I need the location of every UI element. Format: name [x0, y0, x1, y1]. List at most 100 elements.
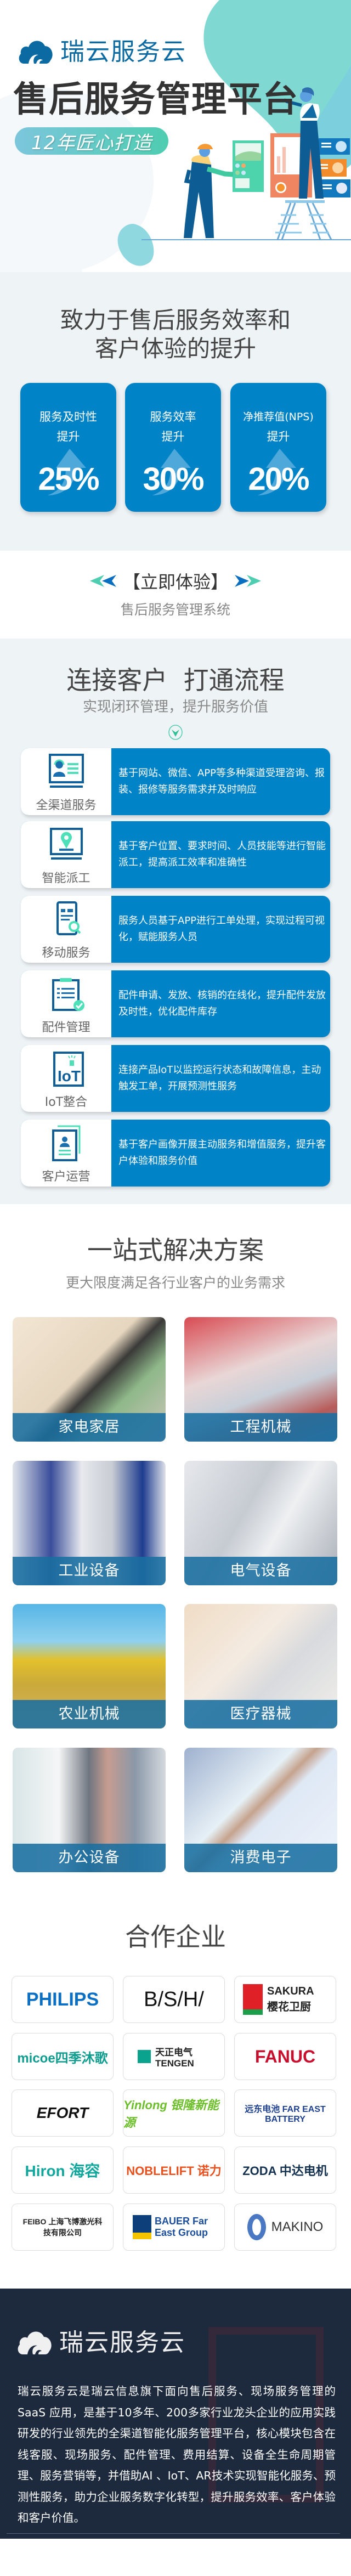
- feature-name: 全渠道服务: [36, 799, 97, 812]
- partner-logo-sakura: SAKURA 樱花卫厨: [234, 1976, 336, 2023]
- features-section: 连接客户 打通流程 实现闭环管理，提升服务价值 全渠道服务 基于网站、微信、AP…: [0, 639, 351, 1204]
- feature-description: 基于网站、微信、APP等多种渠道受理咨询、报装、报修等服务需求并及时响应: [118, 767, 325, 795]
- footer-brand-logo: 瑞云服务云: [16, 2323, 185, 2358]
- brand-logo[interactable]: 瑞云服务云: [18, 32, 186, 67]
- bauer-mark-icon: [133, 2215, 151, 2239]
- partner-logo-bsh: B/S/H/: [123, 1976, 225, 2023]
- double-arrow-right-icon: [235, 575, 261, 587]
- solution-tile-agricultural-machinery[interactable]: 农业机械: [13, 1604, 166, 1728]
- solution-tile-electrical-equipment[interactable]: 电气设备: [184, 1461, 337, 1585]
- feature-name: 配件管理: [42, 1021, 90, 1035]
- customer-profile-icon: [52, 1125, 81, 1161]
- feature-name: 智能派工: [42, 872, 90, 885]
- solution-tile-medical-devices[interactable]: 医疗器械: [184, 1604, 337, 1728]
- footer: 瑞云服务云 瑞云服务云是瑞云信息旗下面向售后服务、现场服务管理的 SaaS 应用…: [0, 2289, 351, 2539]
- footer-brand-name: 瑞云服务云: [59, 2329, 185, 2357]
- feature-name: IoT整合: [44, 1095, 88, 1109]
- tile-label: 工程机械: [184, 1413, 337, 1442]
- stat-card-timeliness: 服务及时性提升 25%: [20, 383, 116, 512]
- brand-name: 瑞云服务云: [60, 38, 186, 66]
- tile-label: 电气设备: [184, 1557, 337, 1585]
- partner-logo-makino: MAKINO: [234, 2204, 336, 2251]
- double-arrow-left-icon: [89, 575, 116, 587]
- partner-logo-fanuc: FANUC: [234, 2033, 336, 2080]
- partner-logo-tengen: 天正电气 TENGEN: [123, 2033, 225, 2080]
- features-title: 连接客户 打通流程: [66, 665, 285, 695]
- svg-text:IoT: IoT: [58, 1067, 81, 1084]
- partner-logo-efort: EFORT: [12, 2089, 114, 2137]
- stat-label-suffix: 提升: [267, 430, 290, 443]
- stats-title-line2: 客户体验的提升: [94, 335, 256, 362]
- solutions-subtitle: 更大限度满足各行业客户的业务需求: [65, 1275, 285, 1291]
- solution-tile-office-equipment[interactable]: 办公设备: [13, 1748, 166, 1872]
- hero-title: 售后服务管理平台: [13, 80, 298, 120]
- tengen-mark-icon: [138, 2050, 151, 2063]
- clipboard-check-icon: [52, 978, 84, 1011]
- cta-subtitle: 售后服务管理系统: [120, 602, 230, 618]
- partner-logo-zoda: ZODA 中达电机: [234, 2146, 336, 2194]
- chevron-down-circle-icon: [168, 725, 183, 740]
- partners-title: 合作企业: [125, 1922, 226, 1952]
- tile-label: 工业设备: [13, 1557, 166, 1585]
- cloud-logo-icon: [18, 2331, 52, 2354]
- try-now-label: 【立即体验】: [122, 572, 228, 592]
- partner-logo-far-east-battery: 远东电池 FAR EAST BATTERY: [234, 2089, 336, 2137]
- feature-row-dispatch[interactable]: 智能派工 基于客户位置、要求时间、人员技能等进行智能派工，提高派工效率和准确性: [21, 821, 330, 888]
- sakura-flower-icon: [243, 1984, 263, 2015]
- partner-logo-micoe: micoe四季沐歌: [12, 2033, 114, 2080]
- tile-label: 农业机械: [13, 1700, 166, 1728]
- stat-value: 25%: [38, 461, 99, 497]
- feature-row-customer-ops[interactable]: 客户运营 基于客户画像开展主动服务和增值服务，提升客户体验和服务价值: [21, 1120, 330, 1187]
- tile-label: 消费电子: [184, 1844, 337, 1872]
- partner-logo-yinlong: Yinlong 银隆新能源: [123, 2089, 225, 2137]
- solution-tile-consumer-electronics[interactable]: 消费电子: [184, 1748, 337, 1872]
- tile-label: 医疗器械: [184, 1700, 337, 1728]
- feature-row-omnichannel[interactable]: 全渠道服务 基于网站、微信、APP等多种渠道受理咨询、报装、报修等服务需求并及时…: [21, 748, 330, 815]
- stats-title-line1: 致力于售后服务效率和: [60, 307, 291, 334]
- try-now-button[interactable]: 【立即体验】: [0, 568, 351, 594]
- stat-label-suffix: 提升: [56, 430, 80, 443]
- partner-logo-bauer: BAUER Far East Group: [123, 2204, 225, 2251]
- stats-section: 致力于售后服务效率和 客户体验的提升 服务及时性提升 25% 服务效率提升 30…: [0, 272, 351, 551]
- solutions-section: 一站式解决方案 更大限度满足各行业客户的业务需求 家电家居 工程机械 工业设备 …: [0, 1204, 351, 1876]
- footer-divider: [7, 2533, 340, 2534]
- partner-logo-feibo: FEIBO 上海飞博激光科技有限公司: [12, 2204, 114, 2251]
- partners-section: 合作企业 PHILIPS B/S/H/ SAKURA 樱花卫厨 micoe四季沐…: [0, 1876, 351, 2289]
- solution-tile-industrial-equipment[interactable]: 工业设备: [13, 1461, 166, 1585]
- feature-row-mobile[interactable]: 移动服务 服务人员基于APP进行工单处理，实现过程可视化，赋能服务人员: [21, 896, 330, 963]
- stat-value: 20%: [248, 461, 309, 497]
- stat-label: 净推荐值(NPS): [243, 411, 314, 423]
- cloud-logo-icon: [19, 41, 53, 64]
- solution-tile-construction-machinery[interactable]: 工程机械: [184, 1317, 337, 1442]
- feature-description: 服务人员基于APP进行工单处理，实现过程可视化，赋能服务人员: [118, 915, 325, 943]
- iot-icon: IoT: [53, 1052, 84, 1087]
- feature-description: 配件申请、发放、核销的在线化，提升配件发放及时性，优化配件库存: [118, 990, 326, 1018]
- partner-logo-noblelift: NOBLELIFT 诺力: [123, 2146, 225, 2194]
- stat-card-efficiency: 服务效率提升 30%: [125, 383, 221, 512]
- stat-label: 服务效率: [150, 410, 196, 423]
- stat-value: 30%: [143, 461, 204, 497]
- company-description: 瑞云服务云是瑞云信息旗下面向售后服务、现场服务管理的 SaaS 应用，是基于10…: [18, 2385, 336, 2524]
- cta-section: 【立即体验】 售后服务管理系统: [0, 551, 351, 639]
- experience-badge: 12年匠心打造: [15, 127, 168, 155]
- stat-label: 服务及时性: [39, 410, 97, 423]
- feature-description: 连接产品IoT以监控运行状态和故障信息，主动触发工单，开展预测性服务: [118, 1064, 321, 1092]
- tile-label: 办公设备: [13, 1844, 166, 1872]
- hero-banner: 瑞云服务云 售后服务管理平台 12年匠心打造: [0, 0, 351, 272]
- badge-text: 12年匠心打造: [31, 132, 152, 154]
- tile-label: 家电家居: [13, 1413, 166, 1442]
- stat-card-nps: 净推荐值(NPS) 提升 20%: [230, 383, 326, 512]
- customer-service-icon: [49, 754, 84, 788]
- mobile-search-icon: [56, 901, 81, 935]
- partner-logo-philips: PHILIPS: [12, 1976, 114, 2023]
- solutions-title: 一站式解决方案: [87, 1235, 264, 1265]
- feature-name: 移动服务: [42, 946, 90, 960]
- solution-tile-home-appliance[interactable]: 家电家居: [13, 1317, 166, 1442]
- partner-logo-hiron: Hiron 海容: [12, 2146, 114, 2194]
- feature-row-parts[interactable]: 配件管理 配件申请、发放、核销的在线化，提升配件发放及时性，优化配件库存: [21, 970, 330, 1037]
- stat-label-suffix: 提升: [161, 430, 185, 443]
- features-subtitle: 实现闭环管理，提升服务价值: [82, 699, 268, 715]
- feature-row-iot[interactable]: IoT IoT整合 连接产品IoT以监控运行状态和故障信息，主动触发工单，开展预…: [21, 1045, 330, 1112]
- feature-description: 基于客户位置、要求时间、人员技能等进行智能派工，提高派工效率和准确性: [118, 840, 326, 868]
- feature-description: 基于客户画像开展主动服务和增值服务，提升客户体验和服务价值: [118, 1139, 326, 1167]
